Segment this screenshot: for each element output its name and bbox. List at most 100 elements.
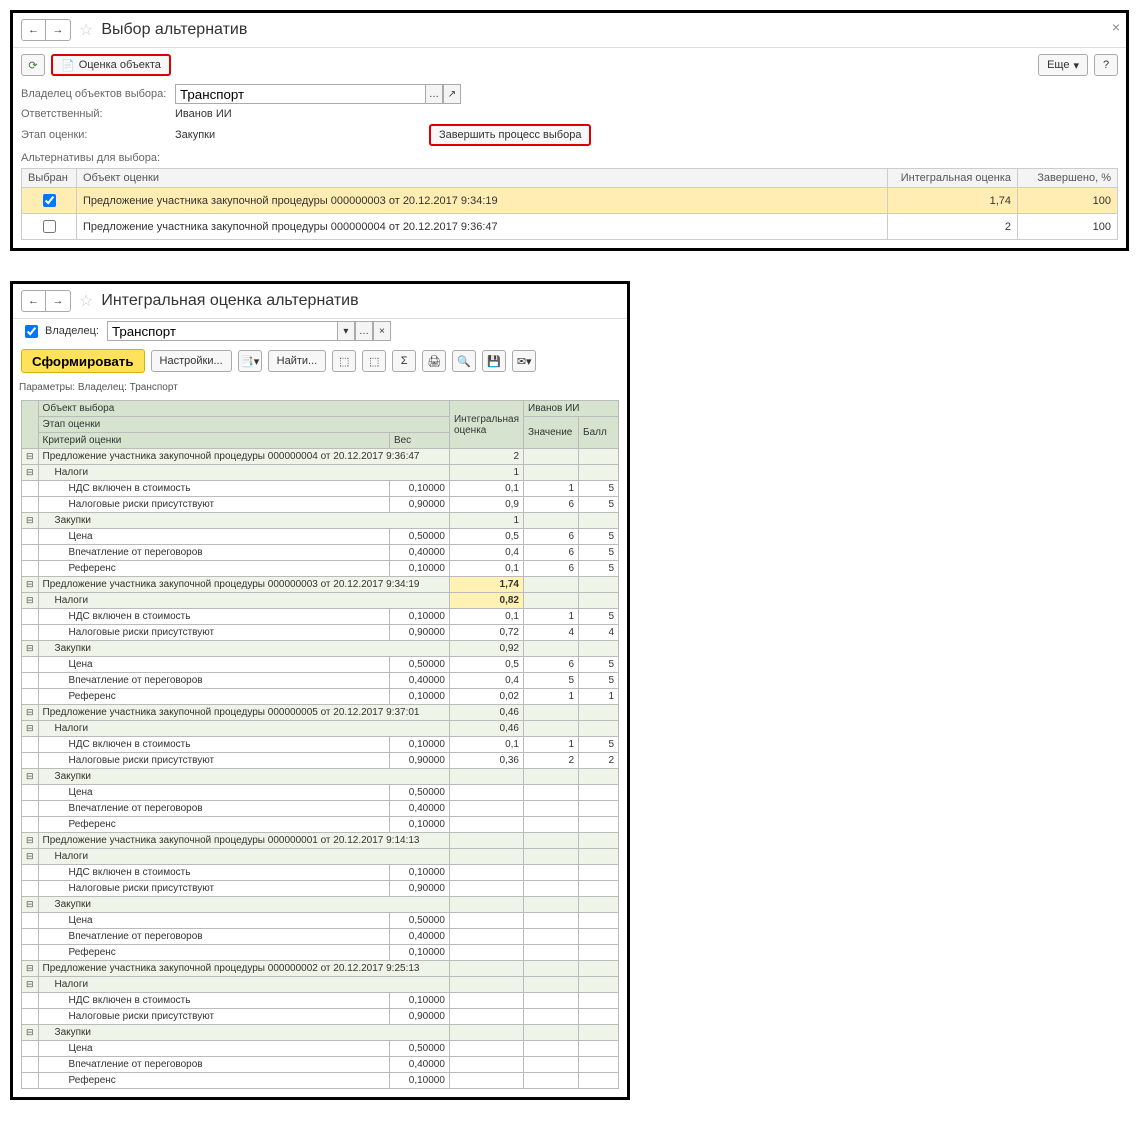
owner-input[interactable]	[175, 84, 425, 104]
owner-filter-input[interactable]	[107, 321, 337, 341]
favorite-star-icon-2[interactable]: ☆	[79, 291, 93, 311]
expand-button[interactable]: ⬚	[332, 350, 356, 372]
hd-object: Объект выбора	[38, 401, 449, 417]
report-row[interactable]: Налоговые риски присутствуют0,900000,362…	[22, 753, 619, 769]
report-row[interactable]: ⊟Налоги	[22, 977, 619, 993]
report-row[interactable]: ⊟Предложение участника закупочной процед…	[22, 961, 619, 977]
find-button[interactable]: Найти...	[268, 350, 327, 372]
print-button[interactable]: 🖨	[422, 350, 446, 372]
collapse-icon[interactable]: ⊟	[22, 897, 39, 913]
collapse-icon[interactable]: ⊟	[22, 833, 39, 849]
collapse-icon[interactable]: ⊟	[22, 577, 39, 593]
owner-filter-clear[interactable]: ×	[373, 321, 391, 341]
report-row[interactable]: ⊟Закупки	[22, 1025, 619, 1041]
collapse-icon[interactable]: ⊟	[22, 705, 39, 721]
criterion-name: Впечатление от переговоров	[38, 673, 389, 689]
report-row[interactable]: Референс0,100000,0211	[22, 689, 619, 705]
owner-filter-dropdown[interactable]: ▾	[337, 321, 355, 341]
report-row[interactable]: Налоговые риски присутствуют0,900000,724…	[22, 625, 619, 641]
variants-button[interactable]: 📑▾	[238, 350, 262, 372]
report-row[interactable]: Налоговые риски присутствуют0,90000	[22, 1009, 619, 1025]
collapse-icon[interactable]: ⊟	[22, 641, 39, 657]
row-checkbox[interactable]	[43, 220, 56, 233]
col-object[interactable]: Объект оценки	[77, 169, 888, 188]
report-row[interactable]: ⊟Закупки	[22, 769, 619, 785]
report-row[interactable]: Цена0,500000,565	[22, 529, 619, 545]
report-row[interactable]: ⊟Налоги0,46	[22, 721, 619, 737]
back-button-2[interactable]: ←	[22, 291, 46, 311]
table-row[interactable]: Предложение участника закупочной процеду…	[22, 214, 1118, 240]
save-button[interactable]: 💾	[482, 350, 506, 372]
settings-button[interactable]: Настройки...	[151, 350, 232, 372]
report-row[interactable]: Впечатление от переговоров0,40000	[22, 1057, 619, 1073]
row-checkbox[interactable]	[43, 194, 56, 207]
refresh-button[interactable]: ⟳	[21, 54, 45, 76]
report-row[interactable]: НДС включен в стоимость0,100000,115	[22, 481, 619, 497]
report-row[interactable]: Референс0,100000,165	[22, 561, 619, 577]
send-button[interactable]: ✉▾	[512, 350, 536, 372]
criterion-weight: 0,10000	[389, 737, 449, 753]
report-row[interactable]: Цена0,500000,565	[22, 657, 619, 673]
col-selected[interactable]: Выбран	[22, 169, 77, 188]
report-row[interactable]: Цена0,50000	[22, 785, 619, 801]
collapse-icon[interactable]: ⊟	[22, 1025, 39, 1041]
collapse-icon[interactable]: ⊟	[22, 449, 39, 465]
collapse-icon[interactable]: ⊟	[22, 769, 39, 785]
report-row[interactable]: Цена0,50000	[22, 1041, 619, 1057]
report-row[interactable]: Впечатление от переговоров0,40000	[22, 929, 619, 945]
finish-selection-button[interactable]: Завершить процесс выбора	[429, 124, 591, 146]
report-row[interactable]: Налоговые риски присутствуют0,900000,965	[22, 497, 619, 513]
generate-report-button[interactable]: Сформировать	[21, 349, 145, 373]
forward-button[interactable]: →	[46, 20, 70, 40]
report-row[interactable]: ⊟Предложение участника закупочной процед…	[22, 833, 619, 849]
report-row[interactable]: Впечатление от переговоров0,400000,455	[22, 673, 619, 689]
owner-filter-select[interactable]: …	[355, 321, 373, 341]
report-row[interactable]: ⊟Закупки0,92	[22, 641, 619, 657]
col-done[interactable]: Завершено, %	[1018, 169, 1118, 188]
report-row[interactable]: ⊟Налоги0,82	[22, 593, 619, 609]
report-row[interactable]: Референс0,10000	[22, 817, 619, 833]
collapse-button[interactable]: ⬚	[362, 350, 386, 372]
col-score[interactable]: Интегральная оценка	[888, 169, 1018, 188]
help-button[interactable]: ?	[1094, 54, 1118, 76]
criterion-ball	[579, 929, 619, 945]
report-row[interactable]: НДС включен в стоимость0,100000,115	[22, 737, 619, 753]
report-row[interactable]: Референс0,10000	[22, 1073, 619, 1089]
collapse-icon[interactable]: ⊟	[22, 849, 39, 865]
report-row[interactable]: НДС включен в стоимость0,10000	[22, 865, 619, 881]
report-row[interactable]: ⊟Налоги1	[22, 465, 619, 481]
criterion-name: Налоговые риски присутствуют	[38, 881, 389, 897]
collapse-icon[interactable]: ⊟	[22, 961, 39, 977]
collapse-icon[interactable]: ⊟	[22, 721, 39, 737]
report-row[interactable]: НДС включен в стоимость0,10000	[22, 993, 619, 1009]
collapse-icon[interactable]: ⊟	[22, 513, 39, 529]
owner-select-button[interactable]: …	[425, 84, 443, 104]
report-row[interactable]: Цена0,50000	[22, 913, 619, 929]
collapse-icon[interactable]: ⊟	[22, 465, 39, 481]
owner-filter-checkbox[interactable]	[25, 325, 38, 338]
collapse-icon[interactable]: ⊟	[22, 593, 39, 609]
report-row[interactable]: Налоговые риски присутствуют0,90000	[22, 881, 619, 897]
forward-button-2[interactable]: →	[46, 291, 70, 311]
report-row[interactable]: Референс0,10000	[22, 945, 619, 961]
collapse-icon[interactable]: ⊟	[22, 977, 39, 993]
report-row[interactable]: Впечатление от переговоров0,40000	[22, 801, 619, 817]
favorite-star-icon[interactable]: ☆	[79, 20, 93, 40]
report-row[interactable]: ⊟Предложение участника закупочной процед…	[22, 449, 619, 465]
report-row[interactable]: ⊟Закупки	[22, 897, 619, 913]
owner-open-button[interactable]: ↗	[443, 84, 461, 104]
close-icon[interactable]: ×	[1112, 19, 1120, 35]
report-row[interactable]: Впечатление от переговоров0,400000,465	[22, 545, 619, 561]
report-row[interactable]: ⊟Налоги	[22, 849, 619, 865]
evaluate-object-button[interactable]: 📄 Оценка объекта	[51, 54, 171, 76]
report-row[interactable]: ⊟Предложение участника закупочной процед…	[22, 705, 619, 721]
report-row[interactable]: ⊟Предложение участника закупочной процед…	[22, 577, 619, 593]
table-row[interactable]: Предложение участника закупочной процеду…	[22, 188, 1118, 214]
back-button[interactable]: ←	[22, 20, 46, 40]
sum-button[interactable]: Σ	[392, 350, 416, 372]
criterion-name: Референс	[38, 1073, 389, 1089]
report-row[interactable]: НДС включен в стоимость0,100000,115	[22, 609, 619, 625]
more-button[interactable]: Еще ▾	[1038, 54, 1088, 76]
report-row[interactable]: ⊟Закупки1	[22, 513, 619, 529]
preview-button[interactable]: 🔍	[452, 350, 476, 372]
